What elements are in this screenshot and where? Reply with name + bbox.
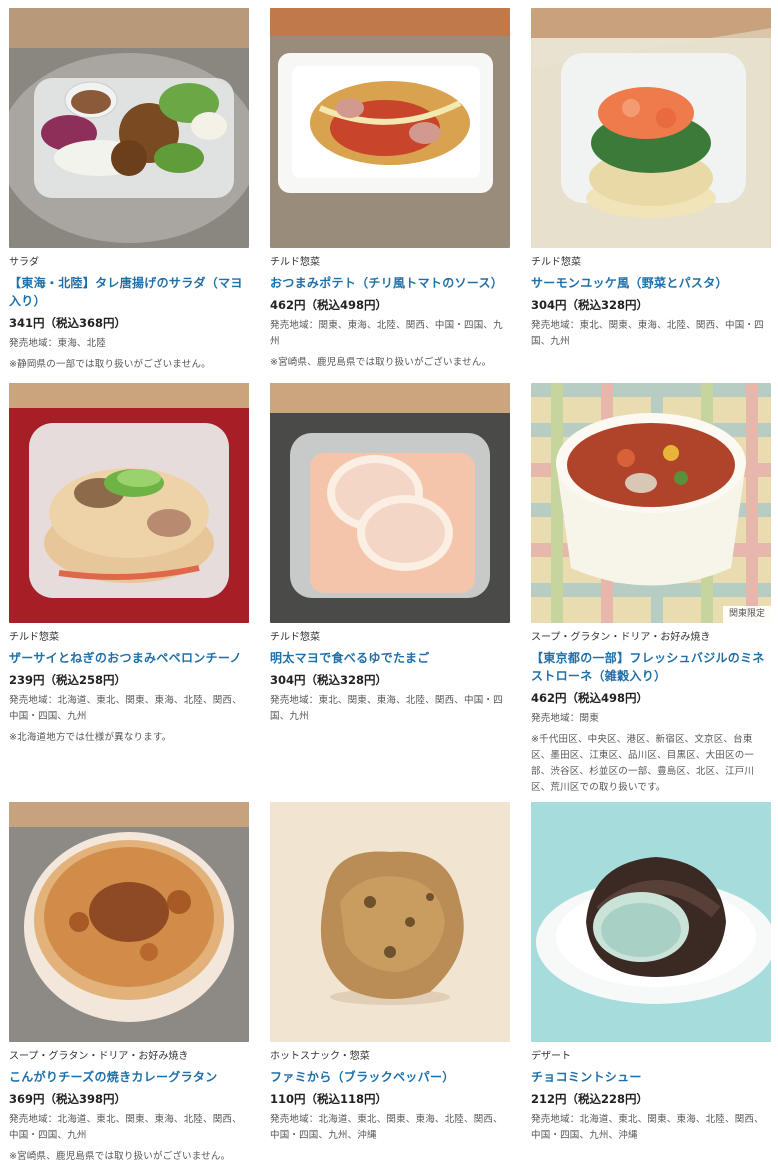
product-note: ※北海道地方では仕様が異なります。 [9,732,172,743]
product-area: 発売地域：北海道、東北、関東、東海、北陸、関西、中国・四国、九州 [9,1114,242,1141]
product-category: サラダ [9,257,39,268]
product-price: 462円（税込498円） [531,691,649,705]
product-name-link[interactable]: 明太マヨで食べるゆでたまご [270,649,510,667]
product-price: 110円（税込118円） [270,1092,388,1106]
product-grid: サラダ 【東海・北陸】タレ唐揚げのサラダ（マヨ入り） 341円（税込368円） … [0,0,778,1163]
product-card[interactable]: 関東限定 スープ・グラタン・ドリア・お好み焼き 【東京都の一部】フレッシュバジル… [531,383,771,796]
product-price: 304円（税込328円） [270,673,388,687]
product-price: 239円（税込258円） [9,673,127,687]
product-name-link[interactable]: ザーサイとねぎのおつまみペペロンチーノ [9,649,249,667]
product-image[interactable] [9,8,249,248]
product-area: 発売地域：北海道、東北、関東、東海、北陸、関西、中国・四国、九州、沖縄 [270,1114,503,1141]
product-name-link[interactable]: 【東京都の一部】フレッシュバジルのミネストローネ（雑穀入り） [531,649,771,685]
product-price: 369円（税込398円） [9,1092,127,1106]
product-image[interactable]: 関東限定 [531,383,771,623]
product-price: 212円（税込228円） [531,1092,649,1106]
product-area: 発売地域：北海道、東北、関東、東海、北陸、関西、中国・四国、九州、沖縄 [531,1114,764,1141]
product-note: ※宮崎県、鹿児島県では取り扱いがございません。 [270,357,492,368]
product-category: チルド惣菜 [531,257,581,268]
product-image[interactable] [270,383,510,623]
product-image[interactable] [531,8,771,248]
product-category: チルド惣菜 [9,632,59,643]
product-card[interactable]: チルド惣菜 サーモンユッケ風（野菜とパスタ） 304円（税込328円） 発売地域… [531,8,771,350]
product-name-link[interactable]: チョコミントシュー [531,1068,771,1086]
product-area: 発売地域：北海道、東北、関東、東海、北陸、関西、中国・四国、九州 [9,695,242,722]
product-category: デザート [531,1051,571,1062]
product-area: 発売地域：関東、東海、北陸、関西、中国・四国、九州 [270,320,503,347]
product-card[interactable]: チルド惣菜 ザーサイとねぎのおつまみペペロンチーノ 239円（税込258円） 発… [9,383,249,746]
region-limited-badge: 関東限定 [722,606,771,623]
product-card[interactable]: デザート チョコミントシュー 212円（税込228円） 発売地域：北海道、東北、… [531,802,771,1144]
product-card[interactable]: ホットスナック・惣菜 ファミから（ブラックペッパー） 110円（税込118円） … [270,802,510,1144]
product-name-link[interactable]: ファミから（ブラックペッパー） [270,1068,510,1086]
product-note: ※千代田区、中央区、港区、新宿区、文京区、台東区、墨田区、江東区、品川区、目黒区… [531,734,755,793]
product-image[interactable] [9,383,249,623]
product-card[interactable]: チルド惣菜 おつまみポテト（チリ風トマトのソース） 462円（税込498円） 発… [270,8,510,371]
product-name-link[interactable]: こんがりチーズの焼きカレーグラタン [9,1068,249,1086]
product-area: 発売地域：東海、北陸 [9,338,107,349]
product-category: チルド惣菜 [270,257,320,268]
product-name-link[interactable]: 【東海・北陸】タレ唐揚げのサラダ（マヨ入り） [9,274,249,310]
product-card[interactable]: サラダ 【東海・北陸】タレ唐揚げのサラダ（マヨ入り） 341円（税込368円） … [9,8,249,373]
product-name-link[interactable]: サーモンユッケ風（野菜とパスタ） [531,274,771,292]
product-image[interactable] [270,802,510,1042]
product-category: スープ・グラタン・ドリア・お好み焼き [9,1051,189,1062]
product-image[interactable] [531,802,771,1042]
product-note: ※静岡県の一部では取り扱いがございません。 [9,359,211,370]
product-area: 発売地域：東北、関東、東海、北陸、関西、中国・四国、九州 [270,695,503,722]
product-category: ホットスナック・惣菜 [270,1051,370,1062]
product-card[interactable]: チルド惣菜 明太マヨで食べるゆでたまご 304円（税込328円） 発売地域：東北… [270,383,510,725]
product-price: 341円（税込368円） [9,316,127,330]
product-area: 発売地域：東北、関東、東海、北陸、関西、中国・四国、九州 [531,320,764,347]
product-area: 発売地域：関東 [531,713,599,724]
product-price: 304円（税込328円） [531,298,649,312]
product-category: スープ・グラタン・ドリア・お好み焼き [531,632,711,643]
product-image[interactable] [270,8,510,248]
product-category: チルド惣菜 [270,632,320,643]
product-image[interactable] [9,802,249,1042]
product-card[interactable]: スープ・グラタン・ドリア・お好み焼き こんがりチーズの焼きカレーグラタン 369… [9,802,249,1165]
product-name-link[interactable]: おつまみポテト（チリ風トマトのソース） [270,274,510,292]
product-price: 462円（税込498円） [270,298,388,312]
